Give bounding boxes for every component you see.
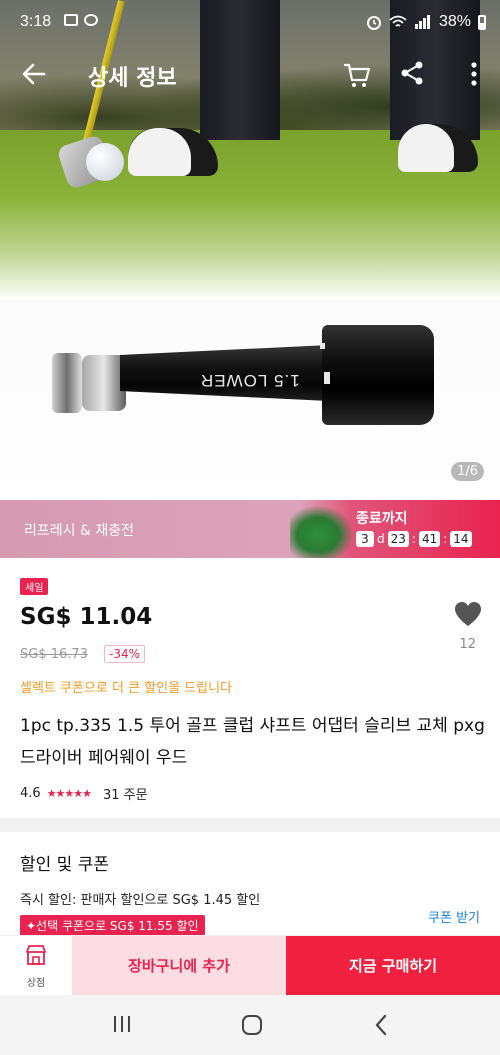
store-label: 상점 [26, 978, 46, 989]
adapter-screw [52, 353, 82, 413]
image-page-indicator: 1/6 [451, 462, 484, 481]
cart-icon[interactable] [342, 60, 372, 90]
shaft-adapter-product: 1.5 LOWER [52, 325, 442, 425]
adapter-label: 1.5 LOWER [200, 371, 300, 390]
discount-section-title: 할인 및 쿠폰 [20, 855, 110, 875]
bottom-action-bar: 상점 장바구니에 추가 지금 구매하기 [0, 935, 500, 996]
buy-now-button[interactable]: 지금 구매하기 [286, 936, 500, 996]
get-coupon-link[interactable]: 쿠폰 받기 [428, 907, 480, 926]
adapter-marking [320, 343, 325, 349]
wishlist-heart-icon[interactable] [454, 601, 482, 627]
battery-percent: 38% [438, 13, 471, 30]
app-bar: 상세 정보 [0, 48, 500, 100]
gallery-notification-icon [64, 14, 78, 26]
promo-leaf-decoration [290, 500, 360, 558]
sale-badge: 세일 [20, 578, 49, 595]
share-icon[interactable] [400, 60, 424, 86]
store-icon [26, 945, 46, 965]
recent-apps-icon[interactable] [112, 1015, 132, 1033]
original-price: SG$ 16.73 [20, 647, 88, 662]
chat-notification-icon [84, 14, 98, 26]
alarm-icon [366, 16, 381, 30]
rating-stars-icon: ★★★★★ [46, 787, 92, 800]
status-bar: 3:18 38% [0, 0, 500, 46]
select-coupon-chip[interactable]: ✦선택 쿠폰으로 SG$ 11.55 할인 [20, 915, 205, 936]
promo-text: 리프레시 & 재충전 [24, 523, 134, 539]
adapter-sleeve [322, 325, 434, 425]
countdown-hours: 23 [387, 531, 409, 547]
order-count: 31 주문 [103, 788, 148, 803]
wifi-icon [389, 15, 407, 27]
coupon-promo-note[interactable]: 셀렉트 쿠폰으로 더 큰 할인을 드립니다 [20, 677, 232, 696]
product-title: 1pc tp.335 1.5 투어 골프 클럽 샤프트 어댑터 슬리브 교체 p… [20, 716, 485, 768]
status-time: 3:18 [20, 13, 52, 30]
nav-back-icon[interactable] [374, 1014, 388, 1036]
countdown-seconds: 14 [450, 531, 472, 547]
system-navigation-bar [0, 995, 500, 1055]
wishlist-count: 12 [459, 637, 476, 652]
notification-icons [64, 14, 98, 26]
adapter-marking [324, 372, 330, 384]
discount-percent: -34% [104, 645, 146, 663]
signal-icon [414, 15, 430, 29]
page-title: 상세 정보 [88, 66, 177, 91]
current-price: SG$ 11.04 [20, 604, 153, 630]
promo-banner[interactable]: 리프레시 & 재충전 종료까지 3 d 23 : 41 : 14 [0, 500, 500, 558]
instant-discount-text: 즉시 할인: 판매자 할인으로 SG$ 1.45 할인 [20, 893, 261, 908]
home-icon[interactable] [242, 1015, 262, 1035]
rating-row[interactable]: 4.6 ★★★★★ 31 주문 [20, 784, 148, 803]
golf-ball [86, 143, 124, 181]
countdown-timer: 3 d 23 : 41 : 14 [356, 531, 472, 547]
promo-end-label: 종료까지 [356, 511, 408, 527]
battery-icon [478, 14, 486, 30]
section-divider [0, 818, 500, 832]
store-button[interactable]: 상점 [0, 936, 72, 996]
back-arrow-icon[interactable] [20, 60, 48, 88]
countdown-minutes: 41 [418, 531, 441, 547]
more-options-icon[interactable] [470, 62, 478, 86]
add-to-cart-button[interactable]: 장바구니에 추가 [72, 936, 286, 996]
countdown-days: 3 [356, 531, 374, 547]
countdown-day-unit: d [377, 532, 385, 546]
rating-value: 4.6 [20, 786, 41, 801]
adapter-cap [82, 355, 126, 411]
